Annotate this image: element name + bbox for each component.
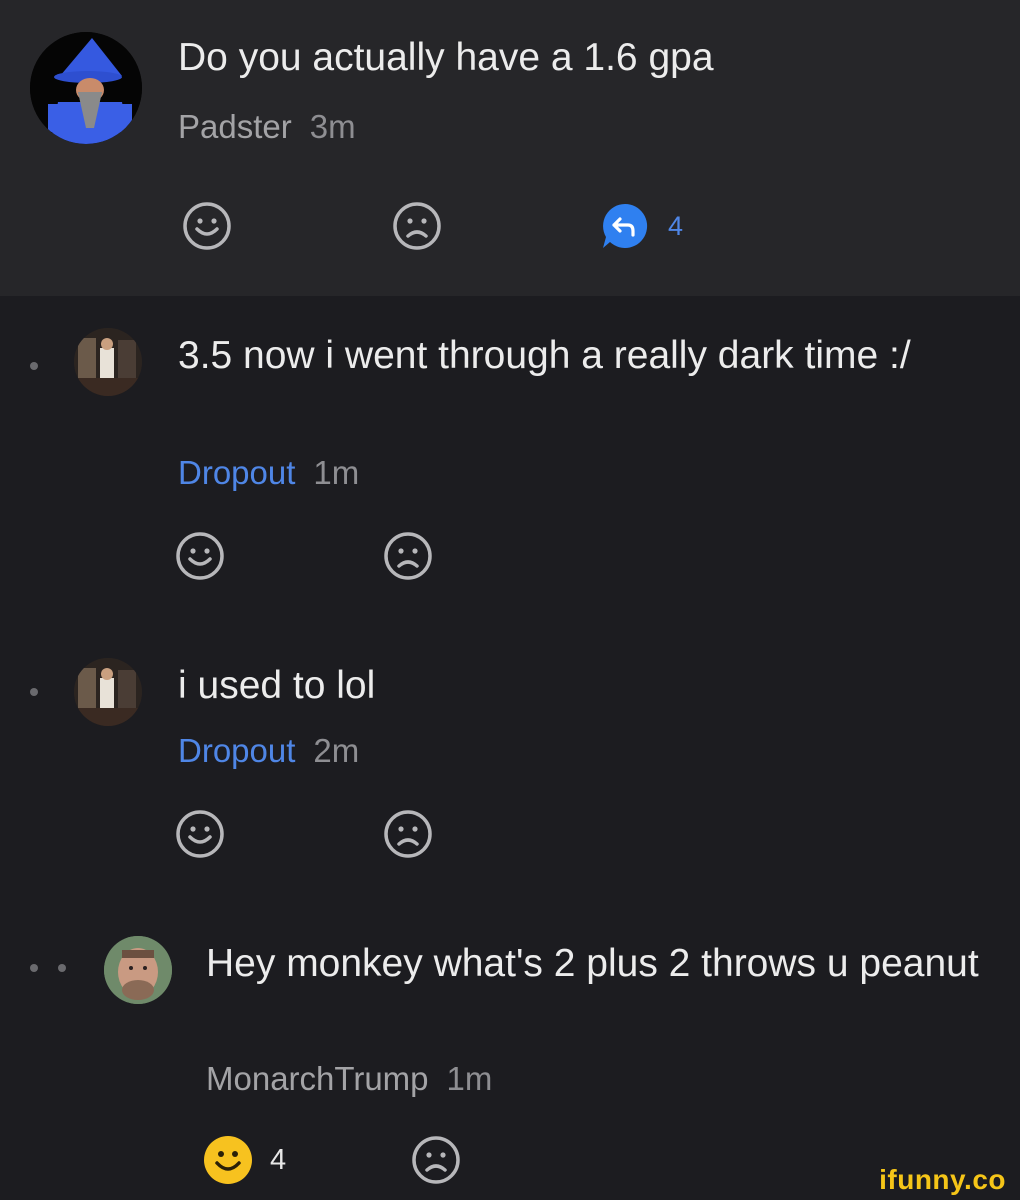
like-button[interactable]: 4: [202, 1134, 286, 1186]
reply-author[interactable]: Dropout: [178, 732, 295, 769]
thread-dot: [30, 362, 38, 370]
frown-icon[interactable]: [410, 1134, 462, 1186]
post-meta: Padster 3m: [178, 108, 356, 146]
post-author[interactable]: Padster: [178, 108, 292, 145]
reply-meta: Dropout 1m: [178, 454, 359, 492]
reply-button[interactable]: 4: [600, 201, 683, 251]
reply-author[interactable]: Dropout: [178, 454, 295, 491]
frown-icon[interactable]: [382, 808, 434, 860]
thread-dot: [58, 964, 66, 972]
reply-time: 1m: [446, 1060, 493, 1097]
frown-icon[interactable]: [391, 200, 443, 252]
reply-time: 1m: [313, 454, 360, 491]
avatar-dropout[interactable]: [74, 658, 142, 726]
frown-icon[interactable]: [382, 530, 434, 582]
like-count: 4: [270, 1143, 287, 1176]
smile-icon[interactable]: [174, 808, 226, 860]
monarchtrump-avatar-image: [104, 936, 172, 1004]
wizard-avatar-image: [30, 32, 142, 144]
reply-count: 4: [668, 210, 684, 241]
thread-dot: [30, 688, 38, 696]
reply-text: i used to lol: [178, 664, 376, 707]
avatar-dropout[interactable]: [74, 328, 142, 396]
reply-time: 2m: [313, 732, 360, 769]
reply-author[interactable]: MonarchTrump: [206, 1060, 429, 1097]
post-time: 3m: [309, 108, 356, 145]
reply-text: Hey monkey what's 2 plus 2 throws u pean…: [206, 942, 979, 985]
post-text: Do you actually have a 1.6 gpa: [178, 36, 714, 79]
avatar-wizard[interactable]: [30, 32, 142, 144]
parent-comment: Do you actually have a 1.6 gpa Padster 3m…: [0, 0, 1020, 296]
reply-meta: Dropout 2m: [178, 732, 359, 770]
thread-dot: [30, 964, 38, 972]
watermark: ifunny.co: [879, 1164, 1006, 1195]
avatar-monarchtrump[interactable]: [104, 936, 172, 1004]
smile-icon[interactable]: [181, 200, 233, 252]
reply-meta: MonarchTrump 1m: [206, 1060, 492, 1098]
dropout-avatar-image: [74, 658, 142, 726]
reply-icon: [603, 203, 648, 248]
smile-filled-icon: [204, 1136, 252, 1184]
smile-icon[interactable]: [174, 530, 226, 582]
reply-text: 3.5 now i went through a really dark tim…: [178, 334, 911, 377]
dropout-avatar-image: [74, 328, 142, 396]
